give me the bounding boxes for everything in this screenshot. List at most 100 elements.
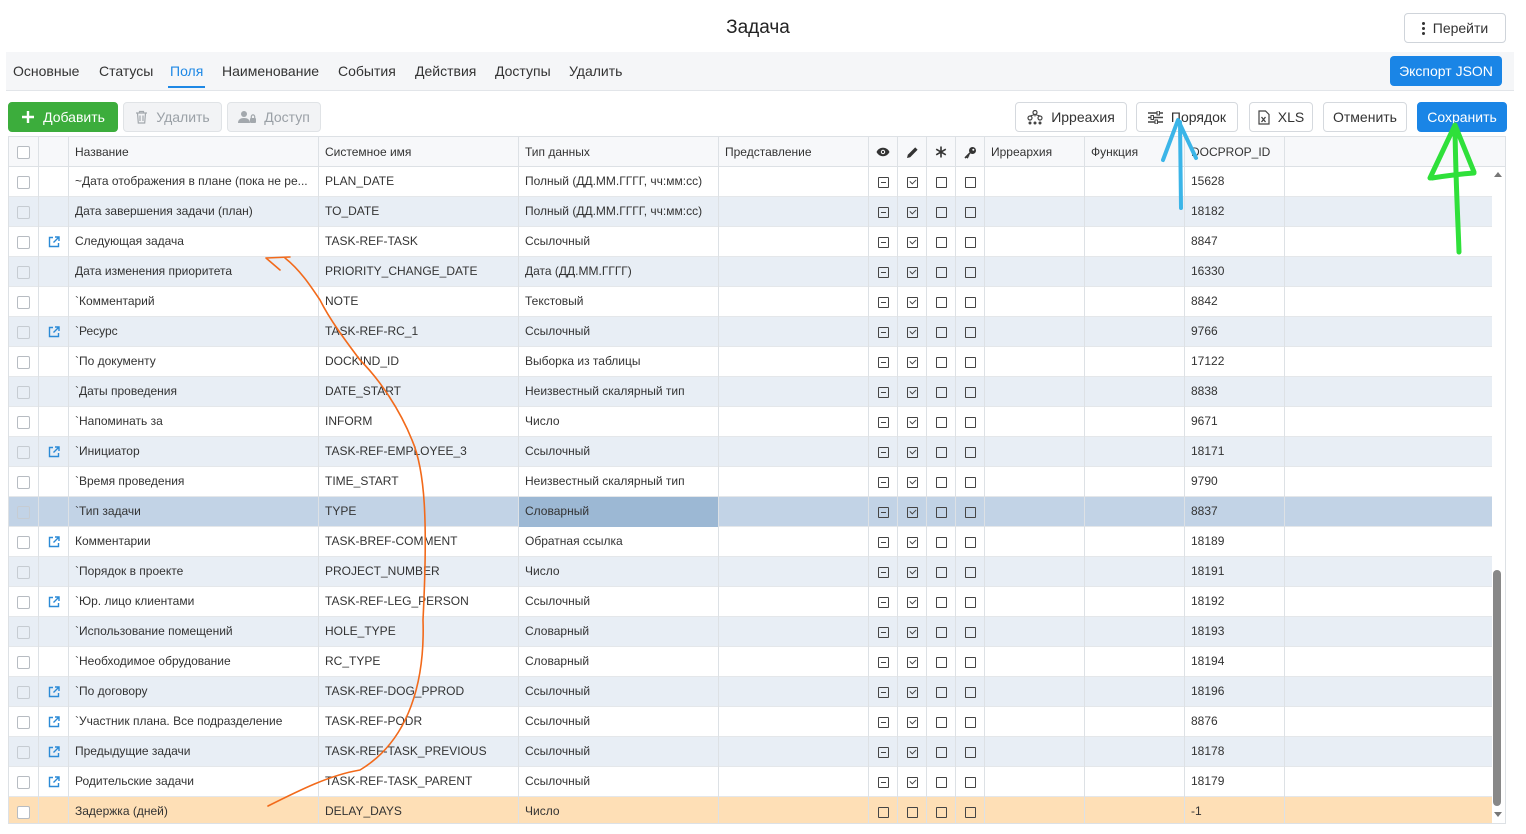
editable-flag-cell[interactable] (898, 707, 927, 737)
row-checkbox-cell[interactable] (9, 557, 39, 587)
visible-flag[interactable] (877, 176, 889, 188)
cell-sysname[interactable]: TASK-REF-PODR (319, 707, 519, 737)
visible-flag-cell[interactable] (869, 737, 898, 767)
row-checkbox-cell[interactable] (9, 437, 39, 467)
cell-name[interactable]: `Тип задачи (69, 497, 319, 527)
cell-name[interactable]: Дата изменения приоритета (69, 257, 319, 287)
cell-datatype[interactable]: Обратная ссылка (519, 527, 719, 557)
external-link-icon[interactable] (48, 746, 60, 758)
visible-flag-cell[interactable] (869, 767, 898, 797)
cell-sysname[interactable]: TASK-REF-TASK (319, 227, 519, 257)
required-flag-cell[interactable] (927, 797, 956, 823)
cell-view[interactable] (719, 797, 869, 823)
cell-hierarchy[interactable] (985, 467, 1085, 497)
editable-flag[interactable] (906, 626, 918, 638)
cell-name[interactable]: `Комментарий (69, 287, 319, 317)
cell-function[interactable] (1085, 197, 1185, 227)
export-json-button[interactable]: Экспорт JSON (1390, 56, 1502, 86)
row-checkbox[interactable] (17, 355, 30, 369)
cell-function[interactable] (1085, 347, 1185, 377)
visible-flag[interactable] (877, 596, 889, 608)
cell-function[interactable] (1085, 707, 1185, 737)
cell-datatype[interactable]: Ссылочный (519, 767, 719, 797)
required-flag-cell[interactable] (927, 467, 956, 497)
save-button[interactable]: Сохранить (1417, 102, 1507, 132)
scroll-thumb[interactable] (1493, 570, 1501, 806)
editable-flag-cell[interactable] (898, 677, 927, 707)
cell-hierarchy[interactable] (985, 587, 1085, 617)
visible-flag[interactable] (877, 536, 889, 548)
visible-flag[interactable] (877, 626, 889, 638)
external-link-icon[interactable] (48, 536, 60, 548)
required-flag[interactable] (935, 806, 947, 818)
row-checkbox[interactable] (17, 775, 30, 789)
row-checkbox[interactable] (17, 655, 30, 669)
cell-function[interactable] (1085, 407, 1185, 437)
editable-flag[interactable] (906, 656, 918, 668)
cell-name[interactable]: Предыдущие задачи (69, 737, 319, 767)
editable-flag-cell[interactable] (898, 557, 927, 587)
table-row[interactable]: `По договору TASK-REF-DOG_PPROD Ссылочный 1… (9, 677, 1492, 707)
cell-sysname[interactable]: TASK-REF-TASK_PARENT (319, 767, 519, 797)
required-flag-cell[interactable] (927, 227, 956, 257)
cell-datatype[interactable]: Словарный (519, 647, 719, 677)
row-link-cell[interactable] (39, 707, 69, 737)
table-row[interactable]: `Комментарий NOTE Текстовый 8842 (9, 287, 1492, 317)
cell-view[interactable] (719, 317, 869, 347)
cell-hierarchy[interactable] (985, 287, 1085, 317)
cell-name[interactable]: Следующая задача (69, 227, 319, 257)
row-link-cell[interactable] (39, 677, 69, 707)
cell-view[interactable] (719, 347, 869, 377)
cell-function[interactable] (1085, 437, 1185, 467)
cell-name[interactable]: Комментарии (69, 527, 319, 557)
scroll-up-arrow-icon[interactable] (1494, 172, 1502, 177)
table-row[interactable]: Дата завершения задачи (план) TO_DATE Полн… (9, 197, 1492, 227)
table-row[interactable]: Родительские задачи TASK-REF-TASK_PARENT С… (9, 767, 1492, 797)
key-flag[interactable] (964, 596, 976, 608)
cell-function[interactable] (1085, 497, 1185, 527)
key-flag[interactable] (964, 356, 976, 368)
key-flag[interactable] (964, 746, 976, 758)
required-flag[interactable] (935, 266, 947, 278)
row-link-cell[interactable] (39, 227, 69, 257)
editable-flag[interactable] (906, 536, 918, 548)
required-flag[interactable] (935, 416, 947, 428)
table-row[interactable]: `Использование помещений HOLE_TYPE Словарн… (9, 617, 1492, 647)
cell-name[interactable]: `Участник плана. Все подразделение (69, 707, 319, 737)
row-checkbox[interactable] (17, 325, 30, 339)
required-flag[interactable] (935, 476, 947, 488)
cell-datatype[interactable]: Ссылочный (519, 707, 719, 737)
required-flag[interactable] (935, 356, 947, 368)
cell-hierarchy[interactable] (985, 647, 1085, 677)
cell-datatype[interactable]: Ссылочный (519, 737, 719, 767)
editable-flag[interactable] (906, 596, 918, 608)
cell-hierarchy[interactable] (985, 707, 1085, 737)
editable-flag-cell[interactable] (898, 197, 927, 227)
key-flag-cell[interactable] (956, 257, 985, 287)
key-flag-cell[interactable] (956, 167, 985, 197)
external-link-icon[interactable] (48, 596, 60, 608)
table-row[interactable]: `Инициатор TASK-REF-EMPLOYEE_3 Ссылочный 18… (9, 437, 1492, 467)
cell-datatype[interactable]: Словарный (519, 617, 719, 647)
order-button[interactable]: Порядок (1136, 102, 1238, 132)
xls-button[interactable]: XLS (1249, 102, 1313, 132)
cell-function[interactable] (1085, 797, 1185, 823)
key-flag[interactable] (964, 206, 976, 218)
header-docprop-id[interactable]: DOCPROP_ID (1185, 137, 1285, 167)
cell-view[interactable] (719, 617, 869, 647)
visible-flag-cell[interactable] (869, 257, 898, 287)
cell-datatype[interactable]: Число (519, 797, 719, 823)
visible-flag-cell[interactable] (869, 527, 898, 557)
cell-function[interactable] (1085, 467, 1185, 497)
cell-sysname[interactable]: TASK-BREF-COMMENT (319, 527, 519, 557)
cell-hierarchy[interactable] (985, 437, 1085, 467)
key-flag-cell[interactable] (956, 527, 985, 557)
visible-flag-cell[interactable] (869, 287, 898, 317)
header-required[interactable] (927, 137, 956, 167)
key-flag-cell[interactable] (956, 467, 985, 497)
visible-flag-cell[interactable] (869, 167, 898, 197)
cell-name[interactable]: `Ресурс (69, 317, 319, 347)
cell-hierarchy[interactable] (985, 497, 1085, 527)
visible-flag-cell[interactable] (869, 617, 898, 647)
visible-flag[interactable] (877, 356, 889, 368)
